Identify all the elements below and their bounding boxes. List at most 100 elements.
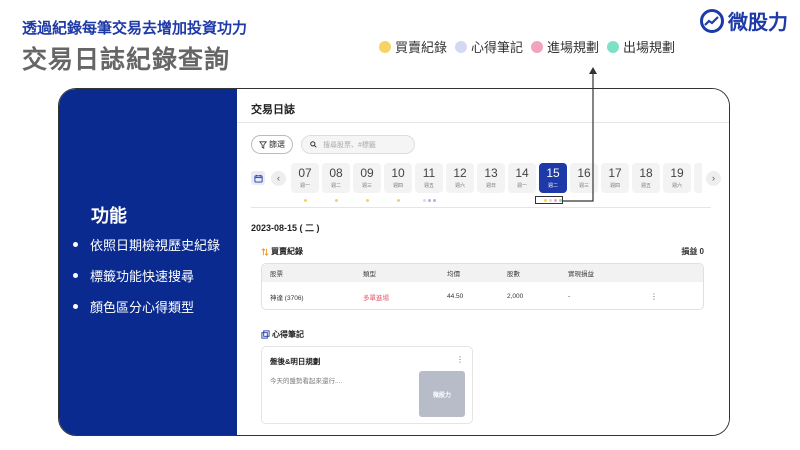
day-weekday: 週六	[671, 183, 682, 189]
day-number: 09	[360, 166, 374, 180]
day-cell[interactable]: 15 週二	[539, 163, 567, 202]
app-title: 交易日誌	[251, 104, 295, 116]
feature-text: 依照日期檢視歷史紀錄	[90, 238, 221, 253]
day-number: 16	[577, 166, 591, 180]
day-cell[interactable]: 09 週三	[353, 163, 381, 202]
day-cell[interactable]: 10 週四	[384, 163, 412, 202]
day-weekday: 週二	[547, 183, 558, 189]
legend-label: 心得筆記	[471, 40, 524, 55]
copy-notes-icon	[261, 330, 270, 339]
brand-logo: 微股力	[700, 6, 788, 35]
legend-item: 進場規劃	[531, 37, 599, 56]
record-dot	[427, 199, 431, 202]
divider	[237, 122, 729, 123]
record-dot	[303, 199, 307, 202]
day-number: 08	[329, 166, 343, 180]
day-dots	[291, 199, 319, 202]
day-cell[interactable]: 19 週六	[663, 163, 691, 193]
bullet-icon	[73, 273, 78, 278]
col-header: 實現損益	[568, 271, 594, 278]
legend-label: 出場規劃	[623, 40, 676, 55]
legend-label: 進場規劃	[547, 40, 600, 55]
feature-panel: 功能 依照日期檢視歷史紀錄 標籤功能快速搜尋 顏色區分心得類型	[59, 89, 237, 435]
feature-item: 顏色區分心得類型	[73, 297, 220, 316]
note-card[interactable]: 盤後&明日規劃 ⋮ 今天的盤勢看起來還行.... 微股力	[261, 346, 473, 424]
page-title: 交易日誌紀錄查詢	[22, 46, 231, 74]
legend-item: 買賣紀錄	[379, 37, 447, 56]
next-week-button[interactable]: ›	[706, 170, 721, 186]
legend-item: 出場規劃	[607, 37, 675, 56]
note-more-icon[interactable]: ⋮	[456, 355, 464, 364]
feature-title: 功能	[91, 206, 127, 226]
logo-text: 微股力	[728, 12, 788, 34]
table-row[interactable]: 神達 (3706) 多單進場 44.50 2,000 - ⋮	[262, 282, 703, 309]
day-cell[interactable]: 13 週日	[477, 163, 505, 193]
logo-chart-icon	[700, 8, 724, 33]
cell-type: 多單進場	[363, 294, 389, 302]
feature-card: 功能 依照日期檢視歷史紀錄 標籤功能快速搜尋 顏色區分心得類型 交易日誌 篩選 …	[58, 88, 730, 436]
day-cell[interactable]: 18 週五	[632, 163, 660, 193]
day-cell[interactable]: 14 週一	[508, 163, 536, 193]
day-list: 07 週一 08 週二 09 週三 10 週四 11 週五 12 週六 13 週日 14 週一 15 週二 16 週三…	[291, 163, 694, 202]
day-cell[interactable]: 16 週三	[570, 163, 598, 193]
calendar-icon[interactable]	[251, 171, 265, 185]
bullet-icon	[73, 242, 78, 247]
feature-text: 顏色區分心得類型	[90, 300, 195, 315]
prev-week-button[interactable]: ‹	[271, 170, 286, 186]
divider	[251, 207, 711, 208]
day-weekday: 週二	[330, 183, 341, 189]
search-input[interactable]: 搜尋股票、#標籤	[301, 135, 415, 154]
record-dot	[334, 199, 338, 202]
trade-section-title: 買賣紀錄	[261, 246, 303, 257]
day-dots	[353, 199, 381, 202]
profit-loss: 損益 0	[681, 247, 704, 256]
day-weekday: 週五	[423, 183, 434, 189]
legend-dot	[531, 40, 544, 53]
day-weekday: 週三	[361, 183, 372, 189]
day-weekday: 週日	[485, 183, 496, 189]
day-cell[interactable]: 08 週二	[322, 163, 350, 202]
legend-dot	[607, 40, 620, 53]
day-partial	[694, 163, 702, 193]
notes-section-label: 心得筆記	[272, 330, 304, 339]
page-subtitle: 透過紀錄每筆交易去增加投資功力	[22, 20, 248, 37]
col-header: 股票	[270, 271, 283, 278]
day-cell[interactable]: 17 週四	[601, 163, 629, 193]
day-cell[interactable]: 11 週五	[415, 163, 443, 202]
day-weekday: 週一	[516, 183, 527, 189]
day-cell[interactable]: 12 週六	[446, 163, 474, 193]
row-more-icon[interactable]: ⋮	[650, 292, 703, 301]
day-number: 19	[670, 166, 684, 180]
feature-item: 標籤功能快速搜尋	[73, 266, 220, 285]
feature-item: 依照日期檢視歷史紀錄	[73, 235, 220, 254]
cell-realized: -	[568, 293, 571, 300]
col-header: 類型	[363, 271, 376, 278]
search-placeholder: 搜尋股票、#標籤	[323, 141, 376, 149]
day-number: 07	[298, 166, 312, 180]
date-strip: ‹ 07 週一 08 週二 09 週三 10 週四 11 週五 12 週六 13 週日 14 週一 15 週二 16…	[251, 163, 721, 202]
color-legend: 買賣紀錄 心得筆記 進場規劃 出場規劃	[379, 37, 683, 56]
day-number: 13	[484, 166, 498, 180]
day-weekday: 週五	[640, 183, 651, 189]
col-header: 均價	[447, 271, 460, 278]
filter-button[interactable]: 篩選	[251, 135, 293, 154]
day-cell[interactable]: 07 週一	[291, 163, 319, 202]
day-number: 15	[546, 166, 560, 180]
chevron-right-icon: ›	[712, 173, 715, 183]
dots-highlight	[535, 196, 563, 204]
table-header: 股票 類型 均價 股數 實現損益	[262, 264, 703, 282]
thumbnail-label: 微股力	[432, 392, 451, 399]
search-icon	[310, 141, 317, 148]
trade-table: 股票 類型 均價 股數 實現損益 神達 (3706) 多單進場 44.50 2,…	[261, 263, 704, 310]
day-weekday: 週四	[392, 183, 403, 189]
cell-stock: 神達 (3706)	[270, 294, 304, 302]
bullet-icon	[73, 304, 78, 309]
note-body: 今天的盤勢看起來還行....	[270, 378, 343, 385]
record-dot	[422, 199, 426, 202]
day-weekday: 週六	[454, 183, 465, 189]
day-dots	[415, 199, 443, 202]
day-number: 18	[639, 166, 653, 180]
trade-section-label: 買賣紀錄	[271, 247, 303, 256]
feature-text: 標籤功能快速搜尋	[90, 269, 195, 284]
chevron-left-icon: ‹	[277, 173, 280, 183]
